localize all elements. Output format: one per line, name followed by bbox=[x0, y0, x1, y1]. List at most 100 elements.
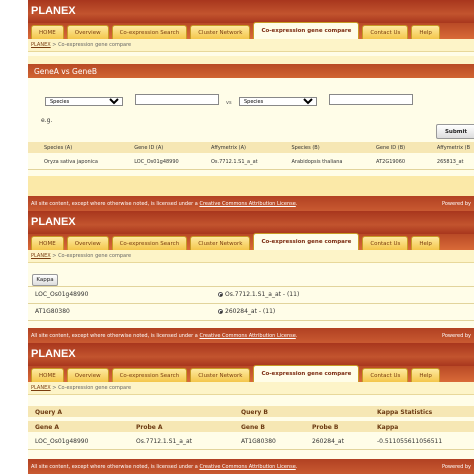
group-query-a: Query A bbox=[35, 409, 63, 416]
tab-home[interactable]: HOME bbox=[31, 25, 64, 39]
cell-species-a: Oryza sativa japonica bbox=[44, 158, 98, 165]
breadcrumb-separator: > bbox=[52, 253, 57, 259]
gene-label-1: LOC_Os01g48990 bbox=[35, 291, 89, 298]
tab-contact-us[interactable]: Contact Us bbox=[362, 236, 409, 250]
breadcrumb-current: Co-expression gene compare bbox=[58, 385, 132, 391]
probe-option-2[interactable]: 260284_at - (11) bbox=[218, 308, 275, 315]
powered-by: Powered by bbox=[442, 463, 471, 470]
cell-kappa: -0.511055611056511 bbox=[377, 438, 443, 445]
breadcrumb-home-link[interactable]: PLANEX bbox=[31, 385, 51, 391]
table-border bbox=[28, 169, 474, 170]
table-row[interactable]: LOC_Os01g48990 Os.7712.1.S1_a_at AT1G803… bbox=[28, 435, 474, 448]
breadcrumb: PLANEX > Co-expression gene compare bbox=[28, 39, 474, 52]
footer-license: All site content, except where otherwise… bbox=[31, 464, 297, 470]
vs-label: vs bbox=[226, 100, 232, 106]
breadcrumb-home-link[interactable]: PLANEX bbox=[31, 253, 51, 259]
probe-label-2: 260284_at - (11) bbox=[225, 308, 276, 315]
nav-tabs: HOME Overview Co-expression Search Clust… bbox=[28, 365, 474, 382]
tab-help[interactable]: Help bbox=[411, 236, 440, 250]
col-species-a: Species (A) bbox=[44, 144, 73, 151]
tab-gene-compare[interactable]: Co-expression gene compare bbox=[253, 365, 360, 382]
tab-overview[interactable]: Overview bbox=[66, 236, 109, 250]
brand-logo: PLANEX bbox=[28, 0, 474, 23]
col-affymetrix-b: Affymetrix (B bbox=[436, 144, 470, 151]
spacer bbox=[28, 56, 474, 64]
breadcrumb-separator: > bbox=[52, 42, 57, 48]
tab-contact-us[interactable]: Contact Us bbox=[362, 25, 409, 39]
table-row[interactable]: Oryza sativa japonica LOC_Os01g48990 Os.… bbox=[40, 153, 474, 170]
footer-license: All site content, except where otherwise… bbox=[31, 201, 297, 207]
powered-by: Powered by bbox=[442, 200, 471, 207]
cell-probe-b: 260284_at bbox=[312, 438, 344, 445]
submit-button[interactable]: Submit bbox=[436, 124, 474, 139]
col-probe-b: Probe B bbox=[312, 424, 339, 431]
panel-kappa-results: PLANEX HOME Overview Co-expression Searc… bbox=[28, 343, 474, 474]
cell-probe-a: Os.7712.1.S1_a_at bbox=[136, 438, 192, 445]
footer-end: . bbox=[295, 332, 298, 339]
tab-help[interactable]: Help bbox=[411, 25, 440, 39]
example-table: Species (A) Gene ID (A) Affymetrix (A) S… bbox=[40, 142, 474, 170]
tab-coexpression-search[interactable]: Co-expression Search bbox=[111, 25, 188, 39]
radio-icon[interactable] bbox=[218, 292, 223, 297]
col-gene-b: Gene B bbox=[241, 424, 265, 431]
license-link[interactable]: Creative Commons Attribution License bbox=[199, 333, 295, 339]
panel-gene-compare-form: PLANEX HOME Overview Co-expression Searc… bbox=[28, 0, 474, 211]
row-divider bbox=[28, 449, 474, 450]
footer-text: All site content, except where otherwise… bbox=[31, 463, 198, 470]
breadcrumb-separator: > bbox=[52, 385, 57, 391]
powered-by: Powered by bbox=[442, 332, 471, 339]
cell-gene-id-b: AT2G19060 bbox=[376, 158, 406, 165]
gene-b-input[interactable] bbox=[329, 94, 413, 105]
nav-tabs: HOME Overview Co-expression Search Clust… bbox=[28, 233, 474, 250]
species-b-select[interactable]: Species bbox=[239, 97, 317, 106]
tab-cluster-network[interactable]: Cluster Network bbox=[190, 368, 251, 382]
row-divider bbox=[28, 320, 474, 321]
site-footer: All site content, except where otherwise… bbox=[28, 328, 474, 343]
row-divider bbox=[28, 303, 474, 304]
tab-overview[interactable]: Overview bbox=[66, 368, 109, 382]
example-label: e.g. bbox=[41, 117, 53, 124]
gene-label-2: AT1G80380 bbox=[35, 308, 70, 315]
radio-icon[interactable] bbox=[218, 309, 223, 314]
tab-cluster-network[interactable]: Cluster Network bbox=[190, 25, 251, 39]
tab-gene-compare[interactable]: Co-expression gene compare bbox=[253, 233, 360, 250]
panel-bottom-band bbox=[28, 176, 474, 196]
tab-cluster-network[interactable]: Cluster Network bbox=[190, 236, 251, 250]
probe-label-1: Os.7712.1.S1_a_at - (11) bbox=[225, 291, 300, 298]
tab-home[interactable]: HOME bbox=[31, 236, 64, 250]
tab-gene-compare[interactable]: Co-expression gene compare bbox=[253, 22, 360, 39]
brand-logo: PLANEX bbox=[28, 211, 474, 234]
gene-a-input[interactable] bbox=[135, 94, 219, 105]
tab-home[interactable]: HOME bbox=[31, 368, 64, 382]
tab-contact-us[interactable]: Contact Us bbox=[362, 368, 409, 382]
cell-species-b: Arabidopsis thaliana bbox=[291, 158, 343, 165]
site-footer: All site content, except where otherwise… bbox=[28, 196, 474, 211]
group-query-b: Query B bbox=[241, 409, 268, 416]
species-a-select[interactable]: Species bbox=[45, 97, 123, 106]
footer-license: All site content, except where otherwise… bbox=[31, 333, 297, 339]
col-affymetrix-a: Affymetrix (A) bbox=[210, 144, 246, 151]
footer-text: All site content, except where otherwise… bbox=[31, 200, 198, 207]
footer-end: . bbox=[295, 463, 298, 470]
tab-coexpression-search[interactable]: Co-expression Search bbox=[111, 368, 188, 382]
tab-coexpression-search[interactable]: Co-expression Search bbox=[111, 236, 188, 250]
section-title-genea-vs-geneb: GeneA vs GeneB bbox=[28, 64, 474, 78]
col-gene-id-a: Gene ID (A) bbox=[134, 144, 164, 151]
tab-help[interactable]: Help bbox=[411, 368, 440, 382]
footer-text: All site content, except where otherwise… bbox=[31, 332, 198, 339]
group-kappa-statistics: Kappa Statistics bbox=[377, 409, 433, 416]
footer-end: . bbox=[295, 200, 298, 207]
breadcrumb: PLANEX > Co-expression gene compare bbox=[28, 250, 474, 263]
cell-affymetrix-a: Os.7712.1.S1_a_at bbox=[210, 158, 258, 165]
nav-tabs: HOME Overview Co-expression Search Clust… bbox=[28, 22, 474, 39]
cell-gene-a: LOC_Os01g48990 bbox=[35, 438, 89, 445]
breadcrumb-home-link[interactable]: PLANEX bbox=[31, 42, 51, 48]
col-species-b: Species (B) bbox=[291, 144, 320, 151]
kappa-button[interactable]: Kappa bbox=[32, 274, 58, 286]
license-link[interactable]: Creative Commons Attribution License bbox=[199, 464, 295, 470]
col-gene-a: Gene A bbox=[35, 424, 60, 431]
license-link[interactable]: Creative Commons Attribution License bbox=[199, 201, 295, 207]
brand-logo: PLANEX bbox=[28, 343, 474, 366]
tab-overview[interactable]: Overview bbox=[66, 25, 109, 39]
probe-option-1[interactable]: Os.7712.1.S1_a_at - (11) bbox=[218, 291, 299, 298]
